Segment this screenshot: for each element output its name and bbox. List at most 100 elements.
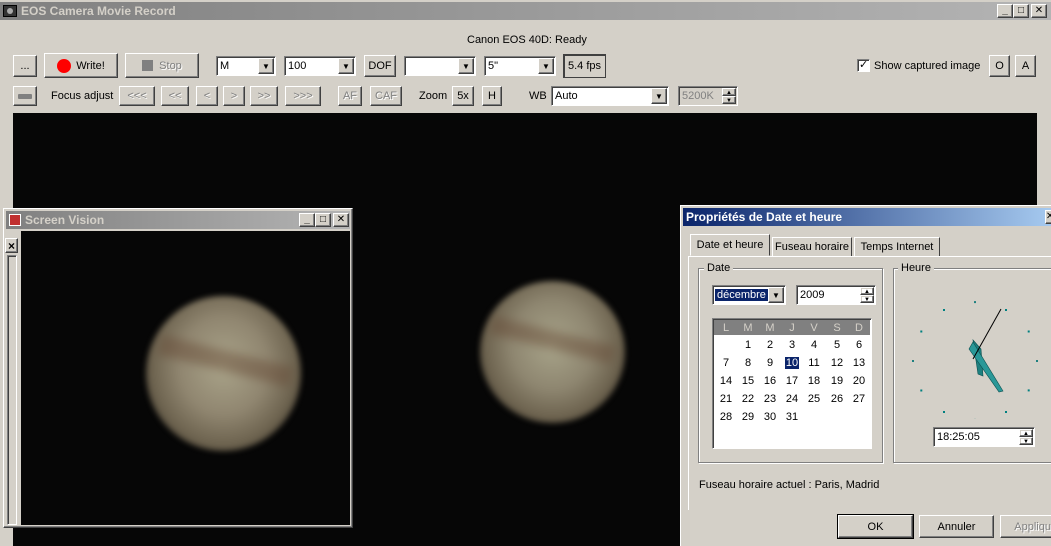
spin-up-icon[interactable]: ▲ <box>1019 429 1033 437</box>
calendar-day[interactable]: 20 <box>848 375 870 387</box>
tab-fuseau-horaire[interactable]: Fuseau horaire <box>772 237 852 257</box>
calendar-day[interactable]: 7 <box>715 357 737 369</box>
month-select[interactable]: décembre ▼ <box>712 285 786 305</box>
more-button[interactable]: ... <box>13 55 37 77</box>
minimize-button[interactable]: _ <box>997 4 1013 18</box>
date-dialog-title-bar[interactable]: Propriétés de Date et heure <box>683 208 1051 226</box>
wb-label: WB <box>529 90 547 102</box>
calendar-day[interactable]: 5 <box>826 339 848 351</box>
calendar-day[interactable]: 21 <box>715 393 737 405</box>
calendar-day[interactable]: 17 <box>781 375 803 387</box>
calendar-day[interactable]: 3 <box>781 339 803 351</box>
maximize-button[interactable]: □ <box>1013 4 1029 18</box>
clock-tick <box>943 411 945 413</box>
calendar-day[interactable]: 1 <box>737 339 759 351</box>
spin-down-icon[interactable]: ▼ <box>722 96 736 104</box>
focus-far-2-button[interactable]: << <box>161 86 189 106</box>
af-button[interactable]: AF <box>338 86 362 106</box>
screen-vision-minimize-button[interactable]: _ <box>299 213 315 227</box>
calendar-day[interactable]: 22 <box>737 393 759 405</box>
screen-vision-view <box>21 231 350 525</box>
caf-button[interactable]: CAF <box>370 86 402 106</box>
cancel-button[interactable]: Annuler <box>919 515 994 538</box>
usb-plug-icon <box>18 93 32 99</box>
chevron-down-icon[interactable]: ▼ <box>538 58 554 74</box>
calendar-day[interactable]: 14 <box>715 375 737 387</box>
screen-vision-side-strip <box>7 255 17 525</box>
screen-vision-close-button[interactable]: ✕ <box>333 213 349 227</box>
chevron-down-icon[interactable]: ▼ <box>768 287 784 303</box>
calendar-day[interactable]: 4 <box>803 339 825 351</box>
chevron-down-icon[interactable]: ▼ <box>458 58 474 74</box>
main-title-bar[interactable]: EOS Camera Movie Record <box>0 2 1051 20</box>
calendar-day[interactable]: 2 <box>759 339 781 351</box>
clock-second-hand <box>972 308 1002 360</box>
zoom-5x-button[interactable]: 5x <box>452 86 474 106</box>
close-icon[interactable]: × <box>5 238 18 253</box>
spin-up-icon[interactable]: ▲ <box>860 287 874 295</box>
focus-near-2-button[interactable]: >> <box>250 86 278 106</box>
apply-button[interactable]: Appliquer <box>1000 515 1051 538</box>
tab-temps-internet[interactable]: Temps Internet <box>854 237 940 257</box>
calendar-day[interactable]: 31 <box>781 411 803 423</box>
calendar-day[interactable]: 27 <box>848 393 870 405</box>
calendar-day[interactable]: 12 <box>826 357 848 369</box>
mode-select[interactable]: M ▼ <box>216 56 276 76</box>
iso-select[interactable]: 100 ▼ <box>284 56 356 76</box>
calendar-day[interactable]: 24 <box>781 393 803 405</box>
calendar-day[interactable]: 15 <box>737 375 759 387</box>
focus-far-1-button[interactable]: < <box>196 86 218 106</box>
calendar-day[interactable]: 30 <box>759 411 781 423</box>
chevron-down-icon[interactable]: ▼ <box>338 58 354 74</box>
a-button[interactable]: A <box>1015 55 1036 77</box>
calendar-day[interactable]: 29 <box>737 411 759 423</box>
calendar-weekday: M <box>765 322 775 334</box>
wb-select[interactable]: Auto ▼ <box>551 86 669 106</box>
date-group-label: Date <box>704 262 734 274</box>
chevron-down-icon[interactable]: ▼ <box>651 88 667 104</box>
calendar-day[interactable]: 10 <box>785 357 799 369</box>
calendar-day[interactable]: 6 <box>848 339 870 351</box>
year-spinner[interactable]: 2009 ▲ ▼ <box>796 285 876 305</box>
calendar-day[interactable]: 18 <box>803 375 825 387</box>
calendar-day[interactable]: 26 <box>826 393 848 405</box>
calendar-day[interactable]: 28 <box>715 411 737 423</box>
focus-near-1-button[interactable]: > <box>223 86 245 106</box>
calendar-day[interactable]: 11 <box>803 357 825 369</box>
spin-up-icon[interactable]: ▲ <box>722 88 736 96</box>
calendar-day[interactable]: 16 <box>759 375 781 387</box>
date-dialog-close-button[interactable]: ✕ <box>1045 210 1051 224</box>
connector-button[interactable] <box>13 86 37 106</box>
calendar-day[interactable]: 8 <box>737 357 759 369</box>
show-captured-label[interactable]: Show captured image <box>874 60 980 72</box>
focus-near-3-button[interactable]: >>> <box>285 86 321 106</box>
planet-image <box>480 281 625 423</box>
screen-vision-title: Screen Vision <box>25 213 105 227</box>
calendar-day[interactable]: 25 <box>803 393 825 405</box>
show-captured-checkbox[interactable]: ✓ <box>857 59 870 72</box>
tab-date-et-heure[interactable]: Date et heure <box>690 234 770 256</box>
stop-label: Stop <box>159 59 182 72</box>
calendar-day[interactable]: 13 <box>848 357 870 369</box>
shutter-select[interactable]: 5" ▼ <box>484 56 556 76</box>
write-button[interactable]: Write! <box>44 53 118 78</box>
stop-button[interactable]: Stop <box>125 53 199 78</box>
blank-select[interactable]: ▼ <box>404 56 476 76</box>
chevron-down-icon[interactable]: ▼ <box>258 58 274 74</box>
wb-value: Auto <box>555 90 578 102</box>
focus-far-3-button[interactable]: <<< <box>119 86 155 106</box>
calendar-day[interactable]: 9 <box>759 357 781 369</box>
calendar-days: L M M J V S D 1 2 3 4 5 6 7 8 9 10 11 12 13 14 15 16 17 18 19 20 21… <box>713 319 873 450</box>
spin-down-icon[interactable]: ▼ <box>1019 437 1033 445</box>
kelvin-spinner[interactable]: 5200K ▲ ▼ <box>678 86 738 106</box>
ok-button[interactable]: OK <box>837 514 914 539</box>
dof-button[interactable]: DOF <box>364 55 396 77</box>
calendar-day[interactable]: 23 <box>759 393 781 405</box>
h-button[interactable]: H <box>482 86 502 106</box>
o-button[interactable]: O <box>989 55 1010 77</box>
spin-down-icon[interactable]: ▼ <box>860 295 874 303</box>
screen-vision-maximize-button[interactable]: □ <box>315 213 331 227</box>
time-spinner[interactable]: 18:25:05 ▲ ▼ <box>933 427 1035 447</box>
close-button[interactable]: ✕ <box>1031 4 1047 18</box>
calendar-day[interactable]: 19 <box>826 375 848 387</box>
